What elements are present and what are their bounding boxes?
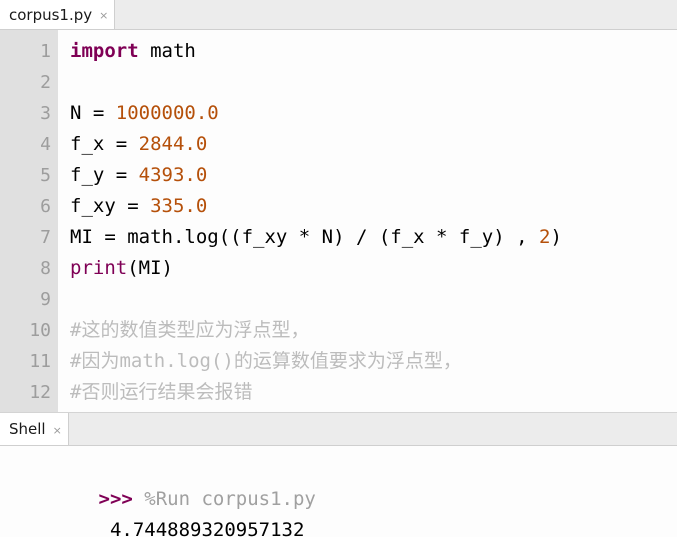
line-number: 10 [29,320,51,341]
code-token-comment: #因为math.log()的运算数值要求为浮点型， [70,350,462,372]
editor-tab-label: corpus1.py [9,5,93,24]
code-token-plain: (MI) [127,257,173,279]
code-line: #这的数值类型应为浮点型， [70,315,677,346]
line-number: 3 [40,103,51,124]
line-number: 1 [40,41,51,62]
code-token-plain: N = [70,102,116,124]
shell-command-text: %Run corpus1.py [132,488,316,510]
code-token-kw: import [70,40,139,62]
code-token-plain: MI = math.log((f_xy * N) / (f_x * f_y) , [70,226,539,248]
code-line: print(MI) [70,253,677,284]
code-line: #因为math.log()的运算数值要求为浮点型， [70,346,677,377]
code-token-num: 335.0 [150,195,208,217]
code-line: import math [70,36,677,67]
line-number-gutter: 1 2 3 4 5 6 7 8 9 10 11 12 [0,30,58,412]
line-number: 5 [40,165,51,186]
code-token-plain: f_xy = [70,195,151,217]
code-editor[interactable]: 1 2 3 4 5 6 7 8 9 10 11 12 import math N = 1000000.… [0,30,677,413]
thonny-ide-window: corpus1.py × 1 2 3 4 5 6 7 8 9 10 11 12 import math… [0,0,677,538]
code-line: f_x = 2844.0 [70,129,677,160]
code-token-num: 2844.0 [138,133,208,155]
code-line: MI = math.log((f_xy * N) / (f_x * f_y) ,… [70,222,677,253]
line-number: 9 [40,289,51,310]
code-token-num: 2 [539,226,551,248]
editor-tabbar: corpus1.py × [0,0,677,30]
shell-pane: Shell × >>> %Run corpus1.py 4.7448893209… [0,413,677,537]
shell-tabbar: Shell × [0,413,677,446]
code-token-plain: ) [550,226,562,248]
shell-tab-label: Shell [9,420,46,438]
line-number: 12 [29,382,51,403]
code-line: N = 1000000.0 [70,98,677,129]
close-icon[interactable]: × [99,10,108,21]
code-area[interactable]: import math N = 1000000.0 f_x = 2844.0 f_y… [58,30,677,412]
line-number: 6 [40,196,51,217]
code-token-comment: #否则运行结果会报错 [70,381,253,403]
editor-tab-corpus1[interactable]: corpus1.py × [0,0,116,29]
code-line: #否则运行结果会报错 [70,377,677,408]
line-number: 2 [40,72,51,93]
code-token-builtin: print [70,257,128,279]
shell-prompt: >>> [98,488,133,510]
code-token-plain: f_x = [70,133,139,155]
shell-output-area[interactable]: >>> %Run corpus1.py 4.744889320957132 [0,446,677,537]
line-number: 8 [40,258,51,279]
code-line: f_y = 4393.0 [70,160,677,191]
code-token-plain: f_y = [70,164,139,186]
code-token-num: 1000000.0 [115,102,219,124]
code-token-comment: #这的数值类型应为浮点型， [70,319,310,341]
line-number: 7 [40,227,51,248]
code-line: f_xy = 335.0 [70,191,677,222]
line-number: 4 [40,134,51,155]
shell-result-value: 4.744889320957132 [98,519,305,537]
shell-tab[interactable]: Shell × [0,413,69,445]
shell-command-line: >>> %Run corpus1.py [7,453,677,510]
close-icon[interactable]: × [53,425,62,436]
code-token-num: 4393.0 [138,164,208,186]
line-number: 11 [29,351,51,372]
code-token-plain: math [138,40,196,62]
